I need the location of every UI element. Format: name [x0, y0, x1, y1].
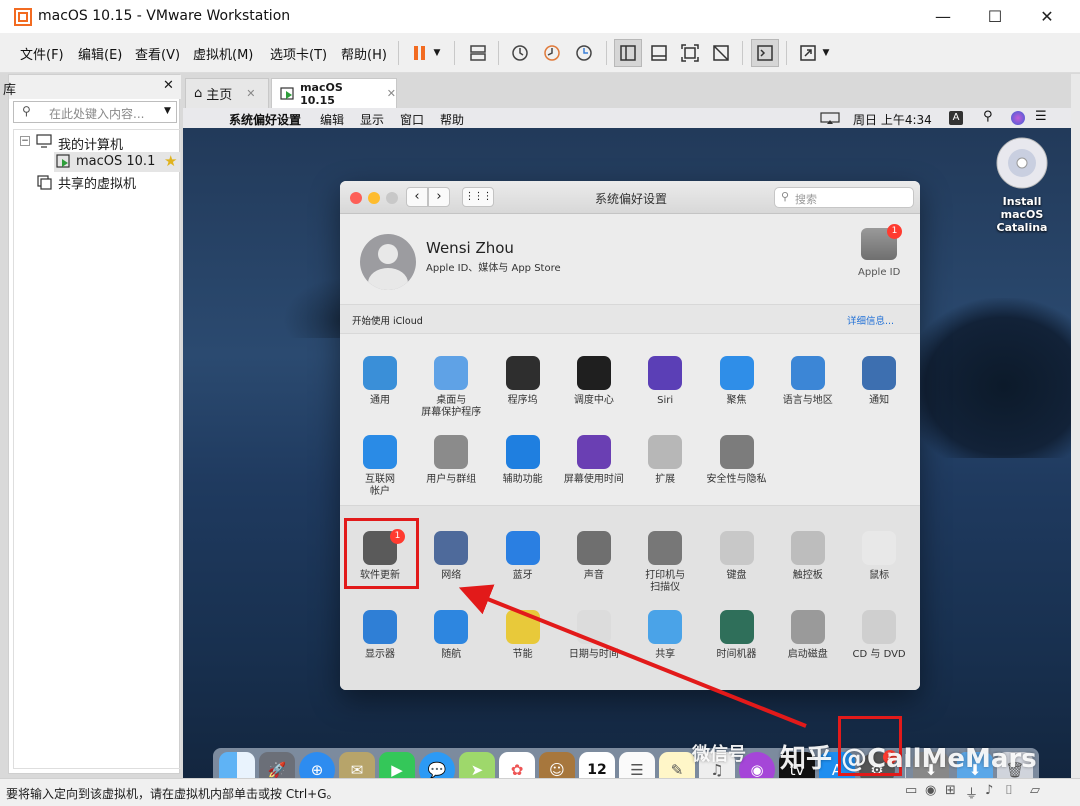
usb-icon[interactable]: ⏚ — [965, 783, 978, 802]
cdrom-icon[interactable]: ◉ — [925, 783, 936, 798]
sound-card-icon[interactable]: ♪ — [985, 783, 993, 798]
status-bar: 要将输入定向到该虚拟机，请在虚拟机内部单击或按 Ctrl+G。 ▭ ◉ ⊞ ⏚ … — [0, 778, 1080, 806]
status-text: 要将输入定向到该虚拟机，请在虚拟机内部单击或按 Ctrl+G。 — [6, 787, 339, 801]
camera-icon[interactable]: ⌷ — [1005, 783, 1013, 798]
hdd-icon[interactable]: ▭ — [905, 783, 917, 798]
watermark: 知乎 @CallMeMars — [780, 744, 1037, 774]
network-adapter-icon[interactable]: ⊞ — [945, 783, 956, 798]
watermark-small: 微信号 — [692, 744, 746, 765]
message-log-icon[interactable]: ▱ — [1030, 783, 1040, 798]
red-arrow-icon — [458, 584, 807, 728]
